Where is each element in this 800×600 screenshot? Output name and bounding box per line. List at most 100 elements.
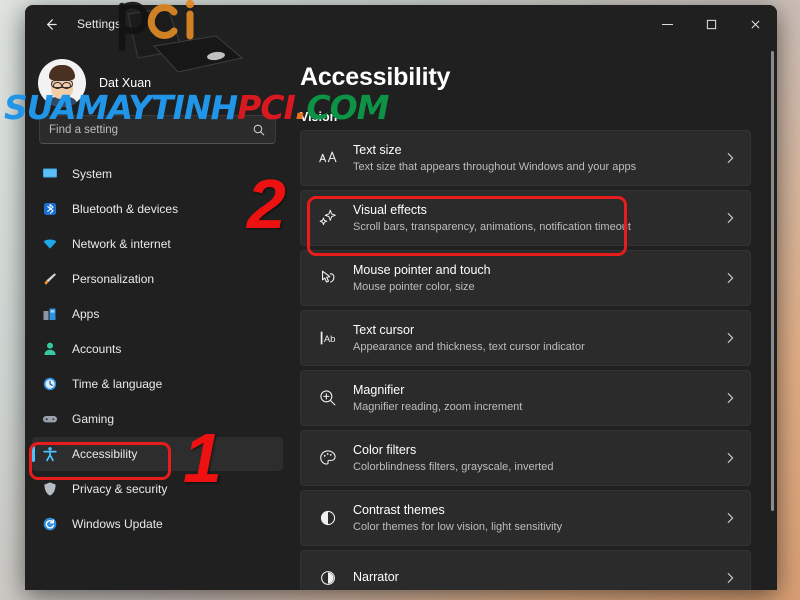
title-bar: Settings	[25, 5, 777, 43]
maximize-icon	[706, 19, 716, 29]
row-subtitle: Text size that appears throughout Window…	[353, 160, 637, 173]
sidebar-item-time-language[interactable]: Time & language	[32, 367, 283, 401]
row-text: Contrast themes Color themes for low vis…	[353, 502, 723, 535]
sparkle-icon	[315, 205, 341, 231]
row-title: Magnifier	[353, 382, 405, 397]
annotation-step-1: 1	[183, 419, 222, 497]
sidebar-item-privacy-security[interactable]: Privacy & security	[32, 472, 283, 506]
sidebar-item-system[interactable]: System	[32, 157, 283, 191]
wifi-icon	[41, 235, 59, 253]
settings-row-narrator[interactable]: Narrator	[300, 550, 751, 590]
row-text: Color filters Colorblindness filters, gr…	[353, 442, 723, 475]
bluetooth-icon	[41, 200, 59, 218]
row-title: Mouse pointer and touch	[353, 262, 491, 277]
person-icon	[41, 340, 59, 358]
sidebar-item-label: Bluetooth & devices	[72, 202, 179, 216]
settings-row-visual-effects[interactable]: Visual effects Scroll bars, transparency…	[300, 190, 751, 246]
annotation-step-2: 2	[247, 165, 286, 243]
sidebar: Dat Xuan Find a setting System Bluetooth…	[25, 43, 290, 590]
clock-icon	[41, 375, 59, 393]
chevron-right-icon	[727, 153, 734, 163]
sidebar-item-label: Personalization	[72, 272, 155, 286]
row-text: Narrator	[353, 569, 723, 587]
apps-icon	[41, 305, 59, 323]
sidebar-item-apps[interactable]: Apps	[32, 297, 283, 331]
avatar	[38, 59, 86, 107]
row-title: Color filters	[353, 442, 417, 457]
row-text: Magnifier Magnifier reading, zoom increm…	[353, 382, 723, 415]
row-subtitle: Appearance and thickness, text cursor in…	[353, 340, 585, 353]
chevron-right-icon	[727, 573, 734, 583]
brush-icon	[41, 270, 59, 288]
sidebar-item-label: Accounts	[72, 342, 122, 356]
row-text: Mouse pointer and touch Mouse pointer co…	[353, 262, 723, 295]
update-icon	[41, 515, 59, 533]
search-input[interactable]	[49, 123, 252, 136]
close-button[interactable]	[733, 5, 777, 43]
chevron-right-icon	[727, 393, 734, 403]
row-title: Contrast themes	[353, 502, 445, 517]
row-subtitle: Magnifier reading, zoom increment	[353, 400, 523, 413]
chevron-right-icon	[727, 273, 734, 283]
settings-row-magnifier[interactable]: Magnifier Magnifier reading, zoom increm…	[300, 370, 751, 426]
sidebar-item-bluetooth-devices[interactable]: Bluetooth & devices	[32, 192, 283, 226]
sidebar-item-label: Apps	[72, 307, 100, 321]
sidebar-item-label: Gaming	[72, 412, 115, 426]
sidebar-item-label: Windows Update	[72, 517, 163, 531]
mouse-pointer-icon	[315, 265, 341, 291]
magnifier-icon	[315, 385, 341, 411]
window-controls	[645, 5, 777, 43]
settings-row-text-cursor[interactable]: Ab Text cursor Appearance and thickness,…	[300, 310, 751, 366]
chevron-right-icon	[727, 333, 734, 343]
search-container	[25, 115, 290, 144]
settings-list: Text size Text size that appears through…	[290, 130, 777, 590]
row-subtitle: Color themes for low vision, light sensi…	[353, 520, 563, 533]
user-profile[interactable]: Dat Xuan	[25, 43, 290, 113]
sidebar-item-network-internet[interactable]: Network & internet	[32, 227, 283, 261]
chevron-right-icon	[727, 213, 734, 223]
search-box[interactable]	[39, 115, 276, 144]
row-title: Narrator	[353, 570, 399, 585]
main-content: Accessibility Vision Text size Text size…	[290, 43, 777, 590]
close-icon	[750, 19, 760, 29]
row-text: Visual effects Scroll bars, transparency…	[353, 202, 723, 235]
row-title: Text cursor	[353, 322, 415, 337]
sidebar-item-personalization[interactable]: Personalization	[32, 262, 283, 296]
settings-row-color-filters[interactable]: Color filters Colorblindness filters, gr…	[300, 430, 751, 486]
gamepad-icon	[41, 410, 59, 428]
row-subtitle: Scroll bars, transparency, animations, n…	[353, 220, 631, 233]
sidebar-item-accessibility[interactable]: Accessibility	[32, 437, 283, 471]
chevron-right-icon	[727, 513, 734, 523]
settings-window: Settings Dat Xuan Find a setting System …	[25, 5, 777, 590]
sidebar-item-windows-update[interactable]: Windows Update	[32, 507, 283, 541]
user-name: Dat Xuan	[99, 76, 152, 90]
svg-text:Ab: Ab	[324, 334, 336, 345]
row-title: Text size	[353, 142, 402, 157]
row-text: Text cursor Appearance and thickness, te…	[353, 322, 723, 355]
settings-row-text-size[interactable]: Text size Text size that appears through…	[300, 130, 751, 186]
contrast-icon	[315, 505, 341, 531]
minimize-button[interactable]	[645, 5, 689, 43]
accessibility-icon	[41, 445, 59, 463]
narrator-icon	[315, 565, 341, 590]
search-icon	[253, 124, 265, 135]
settings-row-mouse-pointer-and-touch[interactable]: Mouse pointer and touch Mouse pointer co…	[300, 250, 751, 306]
settings-row-contrast-themes[interactable]: Contrast themes Color themes for low vis…	[300, 490, 751, 546]
back-button[interactable]	[33, 9, 67, 39]
shield-icon	[41, 480, 59, 498]
row-subtitle: Colorblindness filters, grayscale, inver…	[353, 460, 554, 473]
sidebar-item-accounts[interactable]: Accounts	[32, 332, 283, 366]
row-text: Text size Text size that appears through…	[353, 142, 723, 175]
sidebar-item-label: Time & language	[72, 377, 163, 391]
row-title: Visual effects	[353, 202, 427, 217]
window-title: Settings	[77, 17, 122, 31]
sidebar-item-gaming[interactable]: Gaming	[32, 402, 283, 436]
palette-icon	[315, 445, 341, 471]
window-body: Dat Xuan Find a setting System Bluetooth…	[25, 43, 777, 590]
maximize-button[interactable]	[689, 5, 733, 43]
section-heading-vision: Vision	[300, 110, 338, 124]
chevron-right-icon	[727, 453, 734, 463]
text-cursor-icon: Ab	[315, 325, 341, 351]
sidebar-item-label: Accessibility	[72, 447, 138, 461]
vertical-scrollbar[interactable]	[771, 51, 774, 511]
